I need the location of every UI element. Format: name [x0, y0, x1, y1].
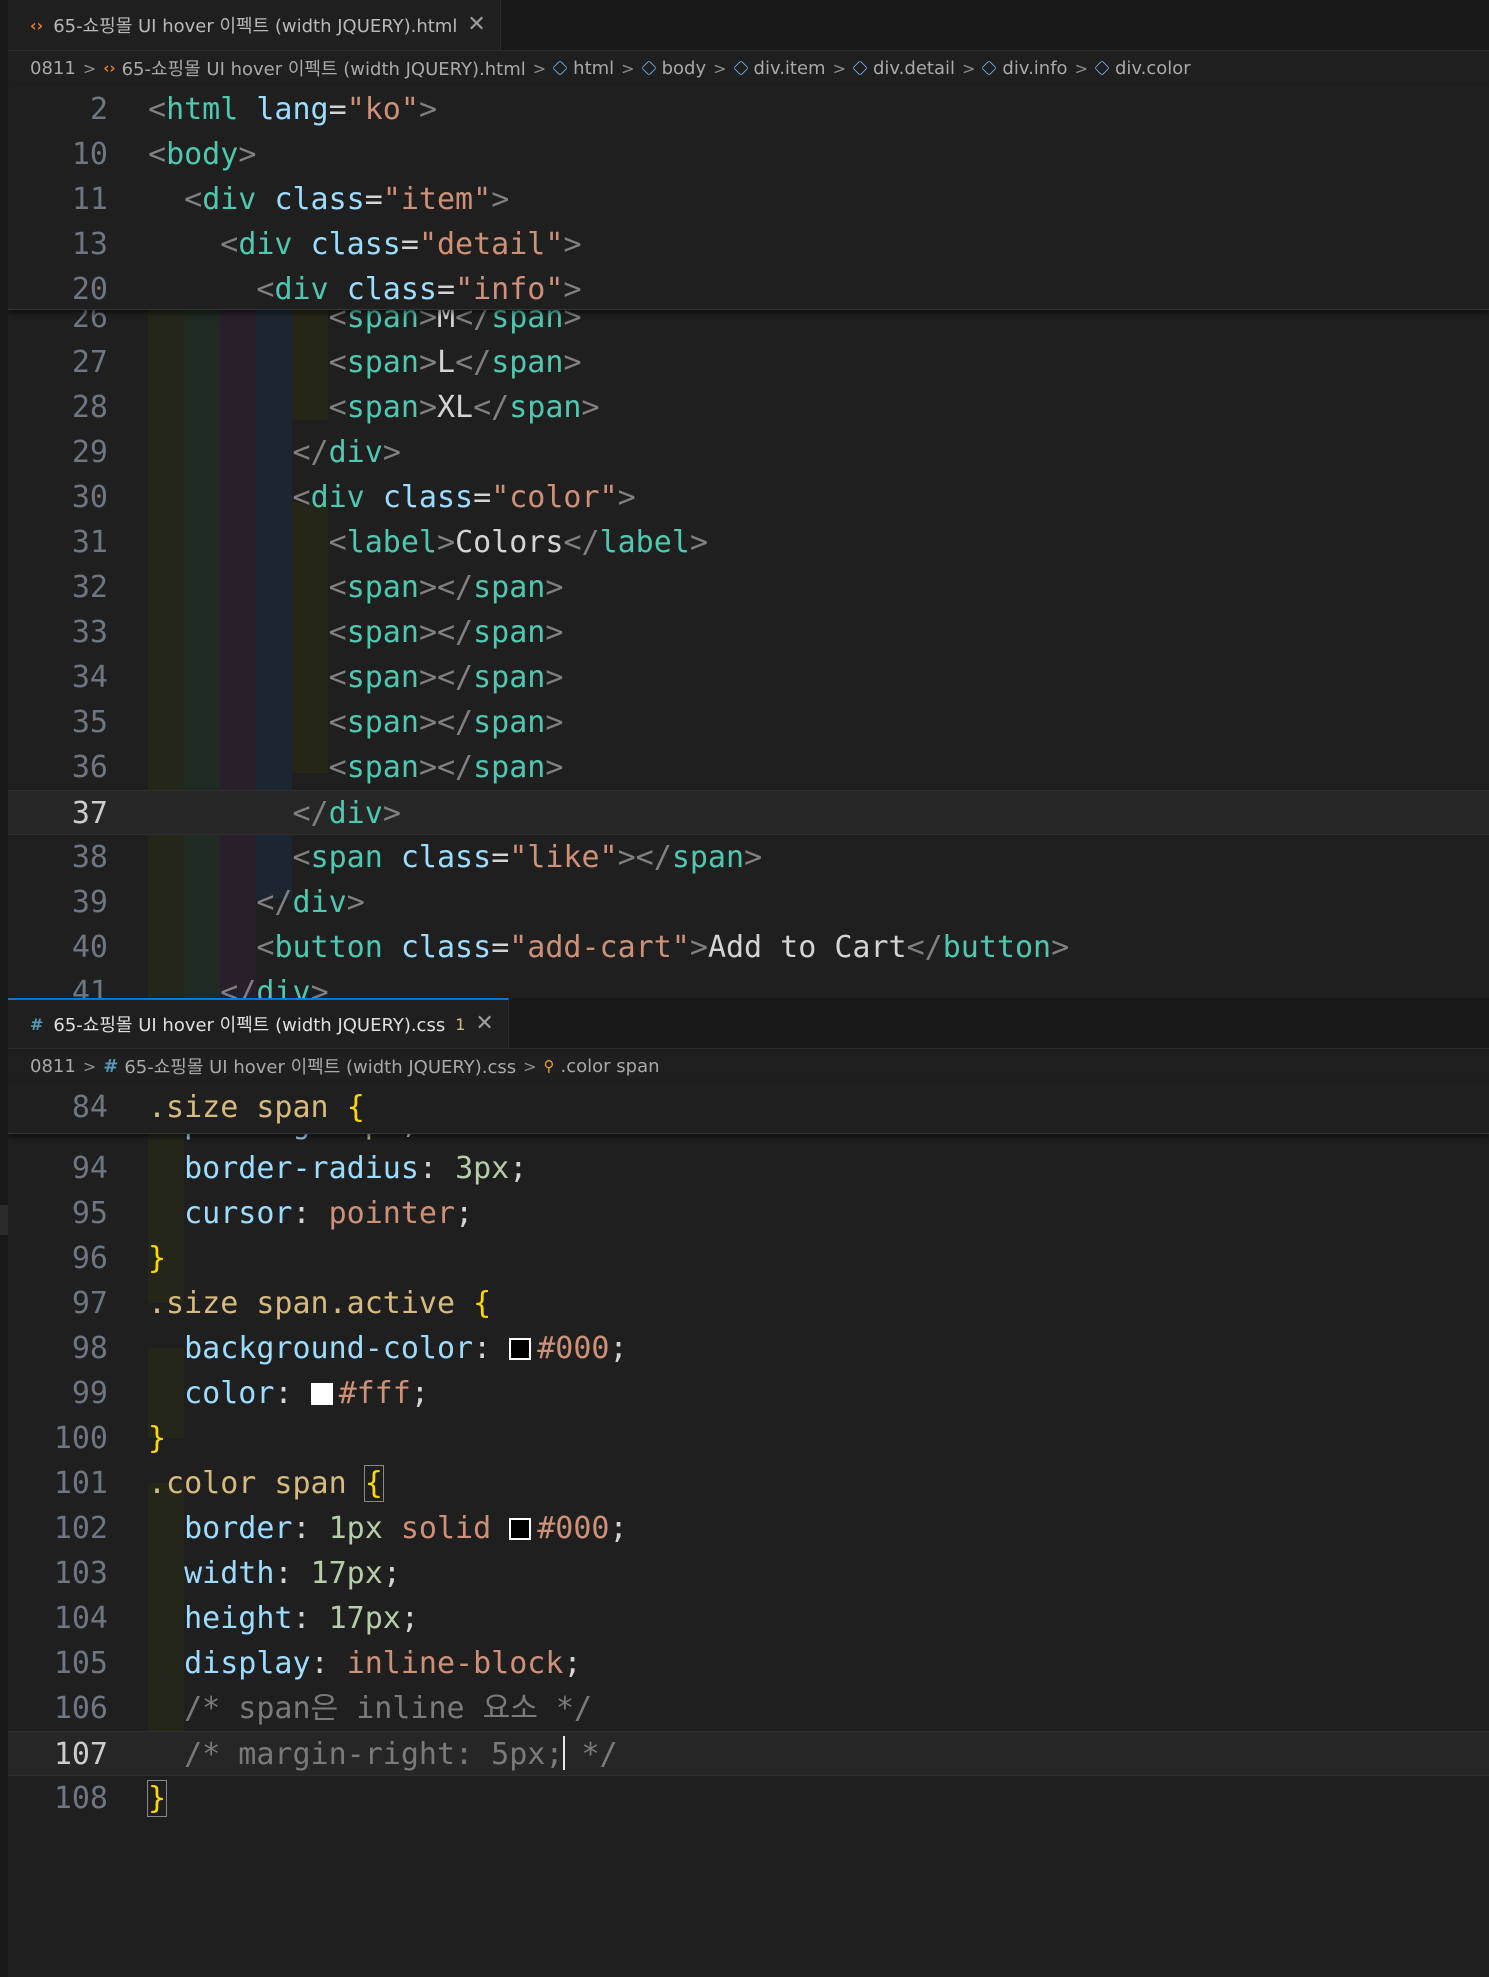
code-line[interactable]: 105 display: inline-block;	[8, 1641, 1489, 1686]
problems-badge: 1	[455, 1014, 466, 1034]
code-line[interactable]: 36 <span></span>	[8, 745, 1489, 790]
chevron-right-icon: >	[621, 58, 635, 78]
code-line[interactable]: 106 /* span은 inline 요소 */	[8, 1686, 1489, 1731]
chevron-right-icon: >	[713, 58, 727, 78]
tab-title: 65-쇼핑몰 UI hover 이펙트 (width JQUERY).css	[53, 1015, 446, 1036]
chevron-right-icon: >	[832, 58, 846, 78]
code-line[interactable]: 10 <body>	[8, 132, 1489, 177]
code-line[interactable]: 41 </div>	[8, 970, 1489, 998]
code-line[interactable]: 40 <button class="add-cart">Add to Cart<…	[8, 925, 1489, 970]
html-file-icon: ‹›	[30, 15, 44, 35]
css-code-area[interactable]: 84.size span { 93 padding: 3px; 94 borde…	[8, 1083, 1489, 1977]
code-line[interactable]: 108}	[8, 1776, 1489, 1821]
chevron-right-icon: >	[82, 58, 97, 78]
code-line-current[interactable]: 107 /* margin-right: 5px; */	[8, 1731, 1489, 1776]
breadcrumb-div-item[interactable]: div.item	[732, 58, 826, 79]
css-file-icon: #	[30, 1014, 44, 1034]
code-line[interactable]: 13 <div class="detail">	[8, 222, 1489, 267]
css-breadcrumb: 0811 > #65-쇼핑몰 UI hover 이펙트 (width JQUER…	[8, 1049, 1489, 1083]
chevron-right-icon: >	[962, 58, 976, 78]
tab-css-file[interactable]: # 65-쇼핑몰 UI hover 이펙트 (width JQUERY).css…	[8, 998, 509, 1048]
code-line[interactable]: 99 color: #fff;	[8, 1371, 1489, 1416]
breadcrumb-file[interactable]: #65-쇼핑몰 UI hover 이펙트 (width JQUERY).css	[103, 1053, 516, 1079]
css-file-icon: #	[103, 1055, 119, 1077]
html-tab-bar: ‹› 65-쇼핑몰 UI hover 이펙트 (width JQUERY).ht…	[8, 0, 1489, 51]
code-line[interactable]: 11 <div class="item">	[8, 177, 1489, 222]
element-icon	[1094, 60, 1110, 76]
element-icon	[640, 60, 657, 76]
breadcrumb-folder[interactable]: 0811	[30, 58, 76, 79]
breadcrumb-file[interactable]: ‹› 65-쇼핑몰 UI hover 이펙트 (width JQUERY).htm…	[103, 55, 526, 81]
chevron-right-icon: >	[532, 58, 547, 78]
selector-icon: ⚲	[543, 1057, 555, 1075]
scroll-marker	[0, 1205, 8, 1235]
html-editor-pane: ‹› 65-쇼핑몰 UI hover 이펙트 (width JQUERY).ht…	[8, 0, 1489, 998]
tab-html-file[interactable]: ‹› 65-쇼핑몰 UI hover 이펙트 (width JQUERY).ht…	[8, 0, 501, 50]
code-line[interactable]: 29 </div>	[8, 430, 1489, 475]
breadcrumb-div-color[interactable]: div.color	[1094, 58, 1191, 79]
breadcrumb-folder[interactable]: 0811	[30, 1056, 76, 1077]
html-file-icon: ‹›	[103, 59, 116, 77]
close-icon[interactable]: ✕	[467, 14, 485, 36]
code-line[interactable]: 34 <span></span>	[8, 655, 1489, 700]
code-line[interactable]: 94 border-radius: 3px;	[8, 1146, 1489, 1191]
code-line[interactable]: 100}	[8, 1416, 1489, 1461]
code-line[interactable]: 20 <div class="info">	[8, 267, 1489, 312]
chevron-right-icon: >	[1074, 58, 1088, 78]
code-line[interactable]: 30 <div class="color">	[8, 475, 1489, 520]
code-line[interactable]: 2 <html lang="ko">	[8, 87, 1489, 132]
element-icon	[732, 60, 749, 76]
code-line[interactable]: 102 border: 1px solid #000;	[8, 1506, 1489, 1551]
breadcrumb-selector[interactable]: ⚲ .color span	[544, 1056, 660, 1077]
code-line[interactable]: 28 <span>XL</span>	[8, 385, 1489, 430]
sticky-scroll: 2 <html lang="ko"> 10 <body> 11 <div class…	[8, 85, 1489, 310]
html-breadcrumb: 0811 > ‹› 65-쇼핑몰 UI hover 이펙트 (width JQUE…	[8, 51, 1489, 85]
code-line[interactable]: 101 .color span {	[8, 1461, 1489, 1506]
code-line[interactable]: 97 .size span.active {	[8, 1281, 1489, 1326]
code-line[interactable]: 27 <span>L</span>	[8, 340, 1489, 385]
close-icon[interactable]: ✕	[475, 1013, 493, 1035]
code-line[interactable]: 39 </div>	[8, 880, 1489, 925]
activity-strip	[0, 0, 8, 1977]
breadcrumb-div-info[interactable]: div.info	[981, 58, 1068, 79]
code-line[interactable]: 33 <span></span>	[8, 610, 1489, 655]
code-line[interactable]: 103 width: 17px;	[8, 1551, 1489, 1596]
code-line[interactable]: 32 <span></span>	[8, 565, 1489, 610]
element-icon	[981, 60, 998, 76]
element-icon	[852, 60, 868, 76]
element-icon	[552, 60, 568, 76]
tab-title: 65-쇼핑몰 UI hover 이펙트 (width JQUERY).html	[53, 16, 458, 37]
code-line[interactable]: 98 background-color: #000;	[8, 1326, 1489, 1371]
css-tab-bar: # 65-쇼핑몰 UI hover 이펙트 (width JQUERY).css…	[8, 998, 1489, 1049]
color-swatch[interactable]	[310, 1383, 333, 1405]
color-swatch[interactable]	[509, 1518, 532, 1540]
breadcrumb-div-detail[interactable]: div.detail	[852, 58, 955, 79]
code-line[interactable]: 96}	[8, 1236, 1489, 1281]
css-editor-pane: # 65-쇼핑몰 UI hover 이펙트 (width JQUERY).css…	[8, 998, 1489, 1977]
code-line[interactable]: 35 <span></span>	[8, 700, 1489, 745]
code-line[interactable]: 38 <span class="like"></span>	[8, 835, 1489, 880]
code-line-current[interactable]: 37 </div>	[8, 790, 1489, 835]
sticky-scroll: 84 .size span {	[8, 1083, 1489, 1134]
breadcrumb-body[interactable]: body	[640, 58, 706, 79]
html-code-area[interactable]: 2 <html lang="ko"> 10 <body> 11 <div class…	[8, 85, 1489, 998]
code-line[interactable]: 31 <label>Colors</label>	[8, 520, 1489, 565]
code-line[interactable]: 104 height: 17px;	[8, 1596, 1489, 1641]
breadcrumb-html[interactable]: html	[552, 58, 614, 79]
code-line[interactable]: 84 .size span {	[8, 1085, 1489, 1130]
color-swatch[interactable]	[509, 1338, 532, 1360]
chevron-right-icon: >	[82, 1056, 97, 1076]
chevron-right-icon: >	[523, 1056, 537, 1076]
code-line[interactable]: 95 cursor: pointer;	[8, 1191, 1489, 1236]
